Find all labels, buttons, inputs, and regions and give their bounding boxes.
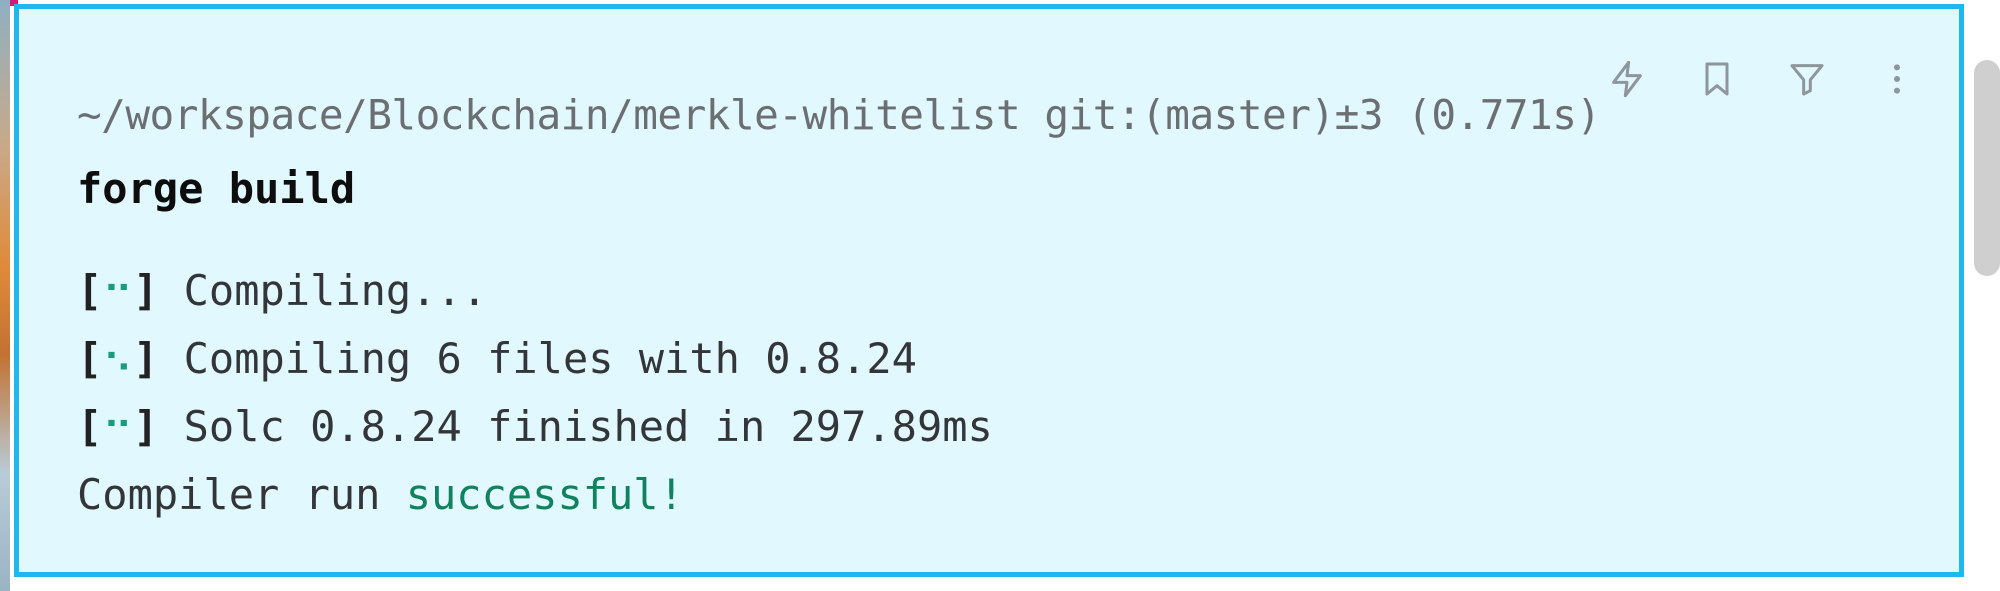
more-vertical-icon[interactable] [1875, 57, 1919, 101]
output-line: [⠒] Solc 0.8.24 finished in 297.89ms [77, 393, 993, 461]
prompt-git-status: git:(master)±3 [1044, 91, 1383, 139]
spinner-glyph: ⠒ [102, 402, 134, 451]
command-output: [⠒] Compiling... [⠢] Compiling 6 files w… [77, 257, 993, 529]
result-prefix: Compiler run [77, 470, 406, 519]
block-toolbar [1605, 57, 1919, 101]
bookmark-icon[interactable] [1695, 57, 1739, 101]
bracket-close: ] [133, 402, 159, 451]
prompt-duration: (0.771s) [1407, 91, 1601, 139]
output-line: [⠢] Compiling 6 files with 0.8.24 [77, 325, 993, 393]
bracket-open: [ [77, 266, 103, 315]
filter-icon[interactable] [1785, 57, 1829, 101]
prompt-path: ~/workspace/Blockchain/merkle-whitelist [77, 91, 1021, 139]
lightning-icon[interactable] [1605, 57, 1649, 101]
scrollbar-thumb[interactable] [1974, 60, 2000, 276]
terminal-block[interactable]: ~/workspace/Blockchain/merkle-whitelist … [14, 4, 1964, 577]
spinner-glyph: ⠒ [102, 266, 134, 315]
output-text: Compiling... [158, 266, 488, 315]
prompt-line: ~/workspace/Blockchain/merkle-whitelist … [77, 91, 1601, 139]
spinner-glyph: ⠢ [102, 334, 134, 383]
bracket-close: ] [133, 266, 159, 315]
success-status: successful! [405, 470, 684, 519]
output-text: Solc 0.8.24 finished in 297.89ms [158, 402, 993, 451]
output-line: [⠒] Compiling... [77, 257, 993, 325]
command-text: forge build [77, 164, 356, 213]
desktop-background-strip [0, 0, 10, 591]
result-line: Compiler run successful! [77, 461, 993, 529]
bracket-open: [ [77, 402, 103, 451]
bracket-open: [ [77, 334, 103, 383]
output-text: Compiling 6 files with 0.8.24 [158, 334, 917, 383]
bracket-close: ] [133, 334, 159, 383]
